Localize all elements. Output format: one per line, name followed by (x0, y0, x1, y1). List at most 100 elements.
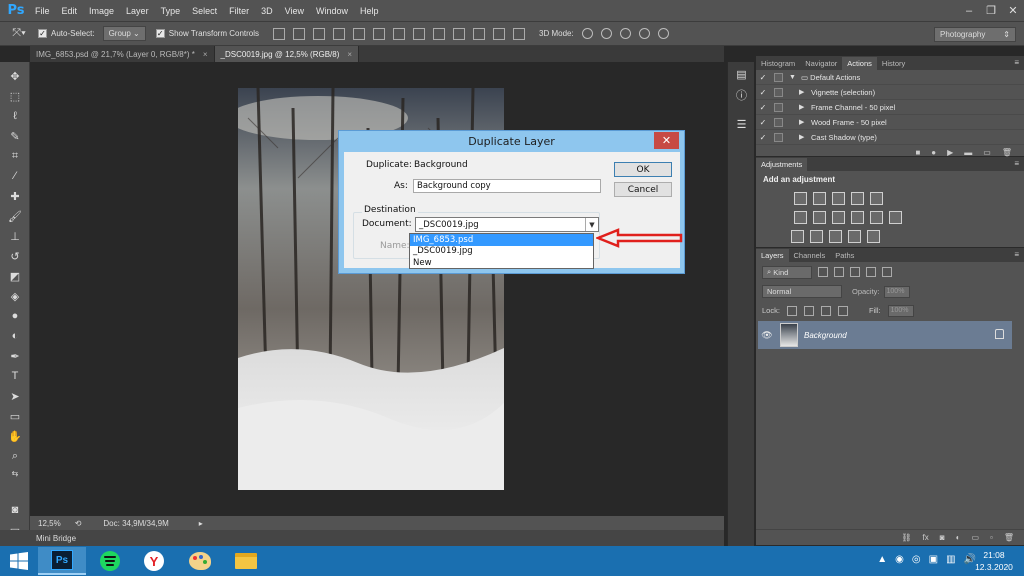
status-menu-icon[interactable]: ▸ (199, 519, 203, 528)
tab-layers[interactable]: Layers (756, 249, 789, 262)
windows-start-icon[interactable] (4, 550, 34, 572)
dialog-toggle[interactable] (774, 87, 783, 97)
network-icon[interactable]: ▥ (946, 554, 955, 565)
taskbar-file-explorer-icon[interactable] (222, 547, 270, 575)
menu-3d[interactable]: 3D (255, 6, 279, 16)
group-icon[interactable]: ▭ (971, 533, 979, 542)
threshold-icon[interactable] (829, 230, 842, 243)
pixel-filter-icon[interactable] (818, 267, 828, 277)
quick-selection-tool-icon[interactable]: ✎ (5, 128, 25, 144)
distribute-bottom-icon[interactable] (433, 27, 446, 40)
blur-tool-icon[interactable]: ● (5, 308, 25, 324)
tab-img-6853[interactable]: IMG_6853.psd @ 21,7% (Layer 0, RGB/8*) *… (30, 46, 215, 62)
eraser-tool-icon[interactable]: ◩ (5, 268, 25, 284)
paint-bucket-tool-icon[interactable]: ◈ (5, 288, 25, 304)
link-icon[interactable]: ⛓ (901, 533, 911, 542)
auto-align-icon[interactable] (513, 27, 526, 40)
close-tab-icon[interactable]: × (203, 50, 208, 59)
document-dropdown[interactable]: _DSC0019.jpg ▼ (415, 217, 599, 232)
black-white-icon[interactable] (832, 211, 845, 224)
align-bottom-icon[interactable] (313, 27, 326, 40)
auto-select-option[interactable]: ✓ Auto-Select: (38, 29, 95, 38)
tab-dsc0019[interactable]: _DSC0019.jpg @ 12,5% (RGB/8) × (214, 46, 360, 62)
distribute-hcenter-icon[interactable] (473, 27, 486, 40)
channel-mixer-icon[interactable] (870, 211, 883, 224)
lock-all-icon[interactable] (837, 305, 848, 316)
levels-icon[interactable] (813, 192, 826, 205)
3d-roll-icon[interactable] (600, 28, 612, 39)
check-icon[interactable]: ✓ (756, 88, 770, 97)
check-icon[interactable]: ✓ (756, 103, 770, 112)
menu-window[interactable]: Window (310, 6, 354, 16)
menu-filter[interactable]: Filter (223, 6, 255, 16)
3d-scale-icon[interactable] (657, 28, 669, 39)
dropdown-option[interactable]: IMG_6853.psd (410, 234, 593, 246)
brush-tool-icon[interactable]: 🖌 (5, 208, 25, 224)
tray-app-icon[interactable]: ◎ (912, 554, 921, 565)
dropdown-option[interactable]: _DSC0019.jpg (410, 246, 593, 258)
crop-tool-icon[interactable]: ⌗ (5, 148, 25, 164)
lasso-tool-icon[interactable]: ℓ (5, 108, 25, 124)
vibrance-icon[interactable] (870, 192, 883, 205)
3d-slide-icon[interactable] (638, 28, 650, 39)
zoom-tool-icon[interactable]: ⌕ (5, 448, 25, 464)
export-icon[interactable]: ⟲ (75, 519, 82, 528)
swap-colors-icon[interactable]: ⇆ (5, 465, 25, 481)
color-lookup-icon[interactable] (889, 211, 902, 224)
smart-object-filter-icon[interactable] (882, 267, 892, 277)
new-set-icon[interactable]: ▬ (964, 148, 972, 157)
history-brush-tool-icon[interactable]: ↺ (5, 248, 25, 264)
eyedropper-tool-icon[interactable]: ⁄ (5, 168, 25, 184)
menu-type[interactable]: Type (155, 6, 187, 16)
distribute-top-icon[interactable] (393, 27, 406, 40)
posterize-icon[interactable] (810, 230, 823, 243)
taskbar-photoshop-icon[interactable]: Ps (38, 547, 86, 575)
dialog-toggle[interactable] (774, 102, 783, 112)
photo-filter-icon[interactable] (851, 211, 864, 224)
eye-icon[interactable]: 👁 (758, 330, 776, 341)
clock[interactable]: 21:08 12.3.2020 (972, 549, 1016, 573)
rectangle-tool-icon[interactable]: ▭ (5, 408, 25, 424)
path-selection-tool-icon[interactable]: ➤ (5, 388, 25, 404)
kind-filter-dropdown[interactable]: ⌕ Kind (762, 265, 812, 279)
properties-panel-icon[interactable]: ☰ (734, 118, 749, 131)
dialog-toggle[interactable] (774, 72, 783, 82)
lock-position-icon[interactable] (820, 305, 831, 316)
zoom-level[interactable]: 12,5% (38, 519, 61, 528)
mask-icon[interactable]: ◙ (940, 533, 945, 542)
close-icon[interactable]: ✕ (1002, 2, 1024, 20)
align-top-icon[interactable] (273, 27, 286, 40)
distribute-right-icon[interactable] (493, 27, 506, 40)
panel-menu-icon[interactable]: ≡ (1014, 250, 1019, 259)
taskbar-spotify-icon[interactable] (86, 547, 134, 575)
fill-field[interactable]: 100% (887, 304, 914, 317)
panel-menu-icon[interactable]: ≡ (1014, 159, 1019, 168)
adjustment-layer-icon[interactable]: ◐ (956, 533, 961, 542)
menu-layer[interactable]: Layer (120, 6, 155, 16)
auto-select-checkbox[interactable]: ✓ (38, 29, 47, 38)
align-hcenter-icon[interactable] (353, 27, 366, 40)
as-input[interactable]: Background copy (413, 179, 601, 193)
action-row[interactable]: ✓ ▶ Vignette (selection) (756, 85, 1024, 100)
play-icon[interactable]: ▶ (947, 148, 953, 157)
ok-button[interactable]: OK (614, 162, 672, 177)
dropdown-option[interactable]: New (410, 257, 593, 269)
action-row[interactable]: ✓ ▶ Cast Shadow (type) (756, 130, 1024, 145)
align-vcenter-icon[interactable] (293, 27, 306, 40)
taskbar-paint-icon[interactable] (176, 547, 224, 575)
color-balance-icon[interactable] (813, 211, 826, 224)
menu-file[interactable]: File (29, 6, 56, 16)
shape-filter-icon[interactable] (866, 267, 876, 277)
dodge-tool-icon[interactable]: ◐ (5, 328, 25, 344)
tab-actions[interactable]: Actions (842, 57, 877, 70)
gradient-map-icon[interactable] (848, 230, 861, 243)
action-row[interactable]: ✓ ▶ Frame Channel - 50 pixel (756, 100, 1024, 115)
align-left-icon[interactable] (333, 27, 346, 40)
menu-select[interactable]: Select (186, 6, 223, 16)
check-icon[interactable]: ✓ (756, 118, 770, 127)
taskbar-yandex-icon[interactable]: Y (130, 547, 178, 575)
histogram-panel-icon[interactable]: ▤ (734, 68, 749, 81)
tab-histogram[interactable]: Histogram (756, 57, 800, 70)
blend-mode-dropdown[interactable]: Normal (762, 285, 842, 298)
tab-channels[interactable]: Channels (789, 249, 831, 262)
